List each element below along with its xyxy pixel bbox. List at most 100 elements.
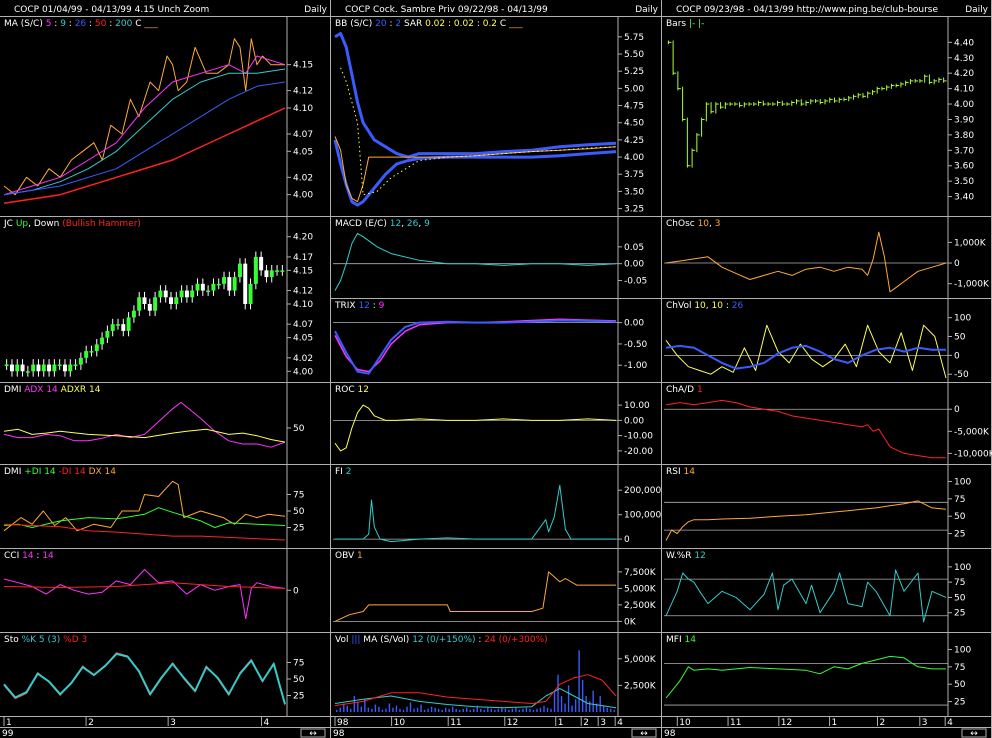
time-axis-label: 2: [583, 718, 589, 728]
period-selector[interactable]: Daily: [304, 5, 327, 15]
value-axis-label: 75: [954, 663, 965, 673]
indicator-legend: CCI 14 : 14: [4, 551, 54, 561]
value-axis-label: 0.00: [624, 260, 644, 270]
candle-up: [248, 283, 253, 304]
candle-up: [158, 290, 163, 298]
value-axis-label: 10.00: [624, 401, 650, 411]
candle-up: [195, 283, 200, 291]
value-axis-label: 100: [954, 314, 971, 324]
scroll-arrows-icon: ↔: [970, 729, 978, 738]
legend-entry: 24 (0/+300%): [484, 635, 547, 645]
column-header-title: COCP 01/04/99 - 04/13/99 4.15 Unch Zoom: [14, 5, 209, 15]
legend-entry: :: [66, 19, 75, 29]
value-axis-label: 4.00: [293, 191, 313, 201]
indicator-legend: MACD (E/C) 12, 26, 9: [335, 219, 430, 229]
indicator-legend: OBV 1: [335, 551, 363, 561]
value-axis-label: -10.00: [624, 432, 653, 442]
value-axis-label: 4.00: [293, 367, 313, 377]
indicator-legend: BB (S/C) 20 : 2 SAR 0.02 : 0.02 : 0.2 C …: [335, 19, 523, 29]
legend-entry: 12: [358, 301, 369, 311]
candle-up: [253, 256, 258, 284]
legend-entry: RSI: [666, 467, 683, 477]
legend-entry: OBV: [335, 551, 357, 561]
legend-entry: :: [474, 19, 483, 29]
indicator-legend: MFI 14: [666, 635, 696, 645]
value-axis-label: 5.00: [624, 84, 644, 94]
legend-entry: CCI: [4, 551, 22, 561]
candle-down: [47, 364, 52, 372]
candle-up: [4, 364, 9, 367]
column-header-title: COCP 09/23/98 - 04/13/99 http://www.ping…: [676, 5, 939, 15]
indicator-legend: TRIX 12 : 9: [334, 301, 385, 311]
legend-entry: 9: [379, 301, 385, 311]
time-axis-label: 3: [600, 718, 606, 728]
legend-entry: DMI: [4, 385, 24, 395]
candle-up: [190, 290, 195, 298]
value-axis-label: -20.00: [624, 447, 653, 457]
value-axis-label: 75: [954, 578, 965, 588]
legend-entry: 1: [697, 385, 703, 395]
legend-entry: FI: [335, 467, 346, 477]
legend-entry: MACD (E/C): [335, 219, 390, 229]
column-header-title: COCP Cock. Sambre Priv 09/22/98 - 04/13/…: [345, 5, 548, 15]
year-axis-label: 98: [664, 729, 676, 738]
value-axis-label: 50: [954, 512, 966, 522]
legend-entry: BB (S/C): [335, 19, 375, 29]
indicator-legend: ChVol 10, 10 : 26: [666, 301, 743, 311]
legend-entry: :: [387, 19, 396, 29]
candle-up: [52, 364, 57, 372]
time-axis-label: 98: [337, 718, 349, 728]
value-axis-label: 0: [624, 535, 630, 545]
value-axis-label: 4.15: [293, 266, 313, 276]
value-axis-label: 4.05: [293, 334, 313, 344]
legend-entry: 12: [694, 551, 705, 561]
period-selector[interactable]: Daily: [635, 5, 658, 15]
value-axis-label: 50: [293, 675, 305, 685]
value-axis-label: -10,000K: [954, 449, 992, 459]
legend-entry: 26: [732, 301, 744, 311]
value-axis-label: 3.60: [954, 162, 974, 172]
value-axis-label: 100,000: [624, 511, 661, 521]
candle-up: [174, 297, 179, 304]
value-axis-label: 4.50: [624, 119, 644, 129]
time-axis-label: 10: [394, 718, 406, 728]
legend-entry: 14: [683, 467, 695, 477]
value-axis-label: 0.00: [624, 319, 644, 329]
value-axis-label: 2,500K: [624, 681, 657, 691]
time-axis-label: 4: [617, 718, 623, 728]
legend-entry: :: [51, 19, 60, 29]
candle-down: [264, 270, 269, 278]
legend-entry: 1: [357, 551, 363, 561]
value-axis-label: -5,000K: [954, 427, 990, 437]
value-axis-label: 4.17: [293, 253, 313, 263]
value-axis-label: -0.50: [624, 340, 648, 350]
legend-entry: MA (S/C): [4, 19, 46, 29]
value-axis-label: -1,000K: [954, 280, 990, 290]
legend-entry: |||: [351, 635, 360, 645]
year-axis-label: 99: [2, 729, 14, 738]
value-axis-label: 4.10: [954, 85, 974, 95]
year-axis-label: 98: [333, 729, 345, 738]
value-axis-label: 25: [293, 692, 304, 702]
time-axis-label: 10: [679, 718, 691, 728]
legend-entry: ___: [508, 19, 523, 29]
legend-entry: 0.2: [483, 19, 497, 29]
indicator-legend: ChOsc 10, 3: [666, 219, 721, 229]
value-axis-label: 0.00: [624, 416, 644, 426]
time-axis-label: 1: [558, 718, 564, 728]
legend-entry: |- |-: [689, 19, 704, 29]
candle-down: [9, 364, 14, 372]
legend-entry: 3: [715, 219, 721, 229]
legend-entry: ADX 14: [24, 385, 58, 395]
candle-down: [147, 304, 152, 311]
time-axis-label: 2: [88, 718, 94, 728]
candle-up: [73, 364, 78, 367]
candle-up: [78, 357, 83, 365]
value-axis-label: 25: [293, 524, 304, 534]
value-axis-label: 25: [954, 609, 965, 619]
legend-entry: Down: [34, 219, 60, 229]
period-selector[interactable]: Daily: [965, 5, 988, 15]
legend-entry: Vol: [335, 635, 351, 645]
legend-entry: 50: [95, 19, 107, 29]
indicator-legend: W.%R 12: [666, 551, 706, 561]
